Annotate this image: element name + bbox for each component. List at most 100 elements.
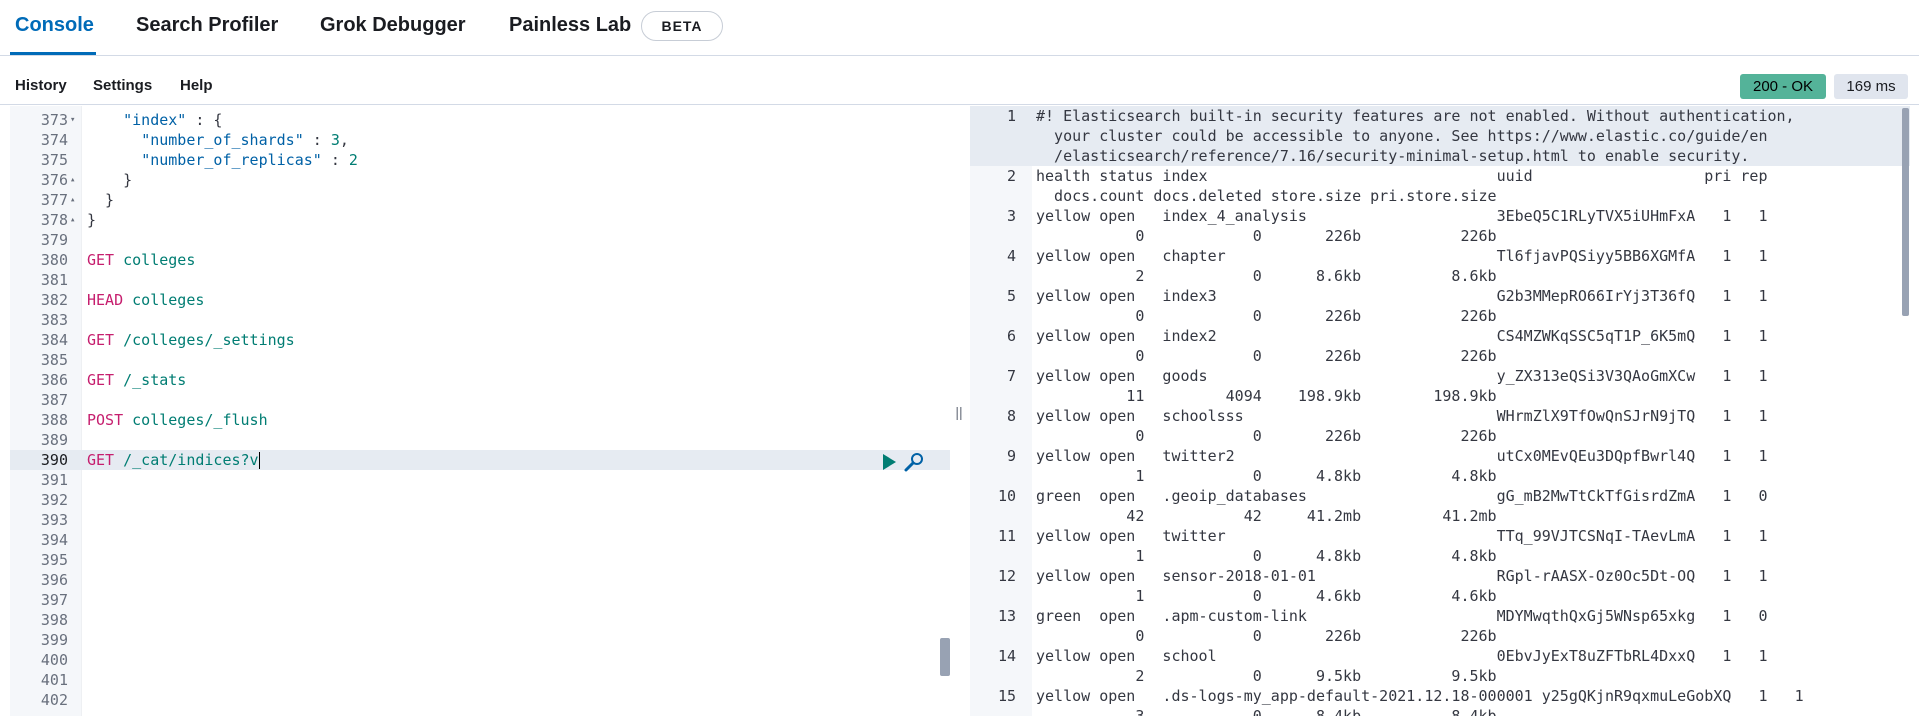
history-button[interactable]: History (15, 77, 67, 94)
code-text: POST colleges/_flush (87, 410, 268, 430)
editor-line[interactable]: 389 (10, 430, 950, 450)
editor-line[interactable]: 374 "number_of_shards" : 3, (10, 130, 950, 150)
output-line-number: 8 (1006, 407, 1016, 425)
line-number: 397 (40, 591, 68, 609)
line-number: 375 (40, 151, 68, 169)
output-line: 10 green open .geoip_databases gG_mB2MwTt… (970, 486, 1910, 526)
editor-line[interactable]: 377 ▴ } (10, 190, 950, 210)
output-line: 14 yellow open school 0EbvJyExT8uZFTbRL4D… (970, 646, 1910, 686)
line-number: 381 (40, 271, 68, 289)
editor-line[interactable]: 396 (10, 570, 950, 590)
editor-line[interactable]: 387 (10, 390, 950, 410)
line-number: 395 (40, 551, 68, 569)
http-method: POST (87, 411, 124, 429)
settings-button[interactable]: Settings (93, 77, 152, 94)
editor-line[interactable]: 381 (10, 270, 950, 290)
editor-line[interactable]: 401 (10, 670, 950, 690)
output-line-number: 3 (1006, 207, 1016, 225)
fold-toggle-icon[interactable]: ▾ (70, 110, 75, 130)
editor-line[interactable]: 386 GET /_stats (10, 370, 950, 390)
editor-line[interactable]: 385 (10, 350, 950, 370)
fold-toggle-icon[interactable]: ▴ (70, 190, 75, 210)
editor-line[interactable]: 380 GET colleges (10, 250, 950, 270)
editor-line[interactable]: 375 "number_of_replicas" : 2 (10, 150, 950, 170)
editor-line[interactable]: 391 (10, 470, 950, 490)
active-tab-indicator (10, 52, 96, 55)
editor-line[interactable]: 378 ▴} (10, 210, 950, 230)
line-number: 402 (40, 691, 68, 709)
tab-painless-lab[interactable]: Painless Lab (509, 14, 631, 37)
request-path: /_stats (114, 371, 187, 389)
editor-line[interactable]: 398 (10, 610, 950, 630)
output-line: 3 yellow open index_4_analysis 3EbeQ5C1RL… (970, 206, 1910, 246)
output-text: yellow open schoolsss WHrmZlX9TfOwQnSJrN… (1036, 407, 1768, 445)
editor-line[interactable]: 379 (10, 230, 950, 250)
editor-line[interactable]: 390 GET /_cat/indices?v (10, 450, 950, 470)
tab-grok-debugger[interactable]: Grok Debugger (320, 14, 466, 37)
line-number: 382 (40, 291, 68, 309)
output-text: yellow open index3 G2b3MMepRO66IrYj3T36f… (1036, 287, 1768, 325)
editor-line[interactable]: 392 (10, 490, 950, 510)
output-text: yellow open chapter Tl6fjavPQSiyy5BB6XGM… (1036, 247, 1768, 285)
output-line-number: 11 (997, 527, 1016, 545)
editor-line[interactable]: 397 (10, 590, 950, 610)
editor-line[interactable]: 400 (10, 650, 950, 670)
output-line-number: 7 (1006, 367, 1016, 385)
editor-line[interactable]: 388 POST colleges/_flush (10, 410, 950, 430)
editor-line[interactable]: 383 (10, 310, 950, 330)
line-number: 396 (40, 571, 68, 589)
line-number: 401 (40, 671, 68, 689)
http-method: GET (87, 451, 115, 469)
panel-resizer-handle[interactable]: || (953, 404, 965, 424)
line-number: 379 (40, 231, 68, 249)
line-number: 386 (40, 371, 68, 389)
send-request-icon[interactable] (883, 454, 896, 470)
output-line-number: 12 (997, 567, 1016, 585)
output-line: 1 #! Elasticsearch built-in security feat… (970, 106, 1910, 166)
editor-line[interactable]: 394 (10, 530, 950, 550)
output-line: 8 yellow open schoolsss WHrmZlX9TfOwQnSJr… (970, 406, 1910, 446)
request-editor[interactable]: 373 ▾ "index" : {374 "number_of_shards" :… (10, 106, 950, 716)
line-number: 394 (40, 531, 68, 549)
output-text: yellow open index_4_analysis 3EbeQ5C1RLy… (1036, 207, 1768, 245)
code-text: GET /_stats (87, 370, 186, 390)
line-number: 373 (40, 111, 68, 129)
top-tab-bar: Console Search Profiler Grok Debugger Pa… (0, 0, 1919, 56)
output-text: green open .apm-custom-link MDYMwqthQxGj… (1036, 607, 1768, 645)
editor-line[interactable]: 382 HEAD colleges (10, 290, 950, 310)
line-number: 387 (40, 391, 68, 409)
fold-toggle-icon[interactable]: ▴ (70, 210, 75, 230)
console-toolbar: History Settings Help 200 - OK 169 ms (0, 57, 1919, 105)
editor-line[interactable]: 393 (10, 510, 950, 530)
line-number: 380 (40, 251, 68, 269)
tab-console[interactable]: Console (15, 14, 94, 37)
output-line-number: 9 (1006, 447, 1016, 465)
editor-line[interactable]: 399 (10, 630, 950, 650)
tab-search-profiler[interactable]: Search Profiler (136, 14, 278, 37)
editor-line[interactable]: 402 (10, 690, 950, 710)
editor-line[interactable]: 373 ▾ "index" : { (10, 110, 950, 130)
output-text: #! Elasticsearch built-in security featu… (1036, 107, 1795, 165)
output-line: 7 yellow open goods y_ZX313eQSi3V3QAoGmXC… (970, 366, 1910, 406)
text-cursor (258, 452, 260, 469)
editor-line[interactable]: 395 (10, 550, 950, 570)
editor-line[interactable]: 376 ▴ } (10, 170, 950, 190)
line-number: 398 (40, 611, 68, 629)
output-line-number: 13 (997, 607, 1016, 625)
output-line: 5 yellow open index3 G2b3MMepRO66IrYj3T36… (970, 286, 1910, 326)
wrench-icon[interactable] (903, 451, 925, 473)
output-line-number: 1 (1006, 107, 1016, 125)
http-method: HEAD (87, 291, 124, 309)
output-scrollbar[interactable] (1902, 108, 1909, 316)
editor-scrollbar[interactable] (940, 638, 950, 676)
help-button[interactable]: Help (180, 77, 213, 94)
output-line-number: 4 (1006, 247, 1016, 265)
output-line-number: 6 (1006, 327, 1016, 345)
editor-line[interactable]: 384 GET /colleges/_settings (10, 330, 950, 350)
fold-toggle-icon[interactable]: ▴ (70, 170, 75, 190)
output-line: 15 yellow open .ds-logs-my_app-default-20… (970, 686, 1910, 716)
code-text: "index" : { (123, 111, 223, 129)
output-line: 2 health status index uuid pri rep docs.c… (970, 166, 1910, 206)
output-line-number: 2 (1006, 167, 1016, 185)
output-line: 6 yellow open index2 CS4MZWKqSSC5qT1P_6K5… (970, 326, 1910, 366)
